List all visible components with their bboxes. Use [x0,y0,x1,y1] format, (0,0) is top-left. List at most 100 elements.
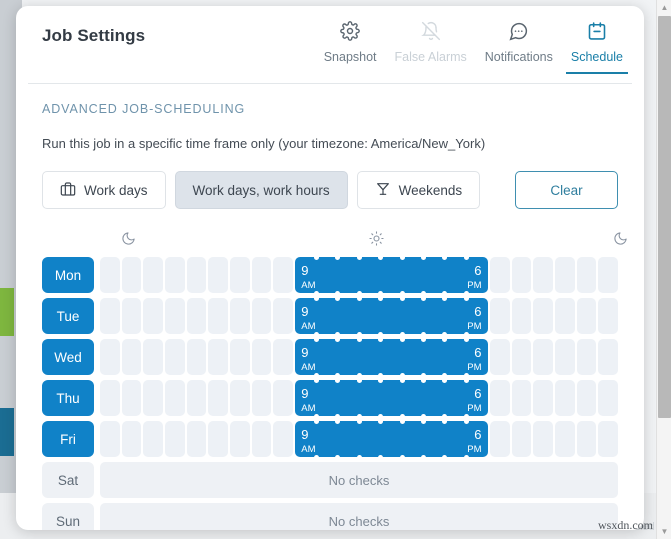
day-label-sat[interactable]: Sat [42,462,94,498]
day-label-tue[interactable]: Tue [42,298,94,334]
schedule-block[interactable]: 9 AM 6 PM [295,298,488,334]
preset-work-days-button[interactable]: Work days [42,171,166,209]
day-label-sun[interactable]: Sun [42,503,94,530]
hour-cell[interactable] [555,298,575,334]
hour-cell[interactable] [555,257,575,293]
hour-cell[interactable] [273,257,294,293]
day-label-fri[interactable]: Fri [42,421,94,457]
hour-cell[interactable] [511,257,532,293]
hour-cell[interactable] [598,421,619,457]
hour-cell[interactable] [230,298,250,334]
hour-cell[interactable] [165,339,185,375]
hour-cell[interactable] [533,421,554,457]
day-label-wed[interactable]: Wed [42,339,94,375]
hour-cell[interactable] [490,257,510,293]
hour-cell[interactable] [230,421,250,457]
hour-cell[interactable] [576,339,597,375]
hour-cell[interactable] [251,380,272,416]
hour-cell[interactable] [186,298,207,334]
hour-cell[interactable] [490,421,510,457]
hour-cell[interactable] [208,257,229,293]
hour-cell[interactable] [598,380,619,416]
hour-cell[interactable] [598,339,619,375]
hour-cell[interactable] [511,421,532,457]
schedule-block[interactable]: 9 AM 6 PM [295,339,488,375]
hour-cell[interactable] [490,339,510,375]
hour-cell[interactable] [273,298,294,334]
hour-cell[interactable] [100,421,120,457]
hour-cell[interactable] [186,380,207,416]
hour-cell[interactable] [490,380,510,416]
hour-cell[interactable] [511,298,532,334]
hour-cell[interactable] [143,257,164,293]
hour-cell[interactable] [555,339,575,375]
clear-button[interactable]: Clear [515,171,618,209]
hour-cell[interactable] [533,339,554,375]
hour-cell[interactable] [100,298,120,334]
hour-cell[interactable] [121,257,142,293]
hour-cell[interactable] [186,339,207,375]
hour-cell[interactable] [555,421,575,457]
hour-cell[interactable] [121,298,142,334]
hour-cell[interactable] [576,421,597,457]
hour-cell[interactable] [143,380,164,416]
no-checks-row[interactable]: No checks [100,503,618,530]
no-checks-row[interactable]: No checks [100,462,618,498]
hour-cell[interactable] [251,421,272,457]
schedule-block[interactable]: 9 AM 6 PM [295,421,488,457]
preset-weekends-button[interactable]: Weekends [356,171,481,209]
hour-cell[interactable] [208,298,229,334]
tab-schedule[interactable]: Schedule [562,18,632,74]
preset-work-days-work-hours-button[interactable]: Work days, work hours [174,171,348,209]
hour-cell[interactable] [121,339,142,375]
hour-cell[interactable] [143,421,164,457]
hour-cell[interactable] [165,380,185,416]
schedule-block[interactable]: 9 AM 6 PM [295,257,488,293]
hour-cell[interactable] [165,257,185,293]
scroll-down-arrow[interactable]: ▼ [657,524,671,539]
scrollbar-thumb[interactable] [658,16,671,418]
hour-cell[interactable] [186,257,207,293]
hour-cell[interactable] [251,339,272,375]
hour-cell[interactable] [533,380,554,416]
hour-cell[interactable] [100,257,120,293]
hour-cell[interactable] [143,298,164,334]
hour-cell[interactable] [598,298,619,334]
hour-cell[interactable] [490,298,510,334]
tab-snapshot[interactable]: Snapshot [315,18,386,73]
hour-cell[interactable] [251,298,272,334]
tab-false-alarms[interactable]: False Alarms [386,18,476,73]
hour-cell[interactable] [511,380,532,416]
hour-cell[interactable] [230,339,250,375]
hour-cell[interactable] [208,380,229,416]
hour-cell[interactable] [576,298,597,334]
hour-cell[interactable] [273,339,294,375]
hour-cell[interactable] [511,339,532,375]
hour-cell[interactable] [273,380,294,416]
hour-cell[interactable] [121,421,142,457]
hour-cell[interactable] [273,421,294,457]
day-label-mon[interactable]: Mon [42,257,94,293]
hour-cell[interactable] [100,380,120,416]
hour-cell[interactable] [251,257,272,293]
hour-cell[interactable] [165,421,185,457]
hour-cell[interactable] [533,257,554,293]
scroll-up-arrow[interactable]: ▲ [657,0,671,15]
day-label-thu[interactable]: Thu [42,380,94,416]
hour-cell[interactable] [533,298,554,334]
hour-cell[interactable] [576,257,597,293]
hour-cell[interactable] [555,380,575,416]
hour-cell[interactable] [208,421,229,457]
hour-cell[interactable] [598,257,619,293]
schedule-block[interactable]: 9 AM 6 PM [295,380,488,416]
tab-notifications[interactable]: Notifications [476,18,562,73]
hour-cell[interactable] [576,380,597,416]
vertical-scrollbar[interactable]: ▲ ▼ [656,0,671,539]
hour-cell[interactable] [230,257,250,293]
hour-cell[interactable] [165,298,185,334]
hour-cell[interactable] [100,339,120,375]
hour-cell[interactable] [143,339,164,375]
hour-cell[interactable] [121,380,142,416]
hour-cell[interactable] [230,380,250,416]
hour-cell[interactable] [186,421,207,457]
